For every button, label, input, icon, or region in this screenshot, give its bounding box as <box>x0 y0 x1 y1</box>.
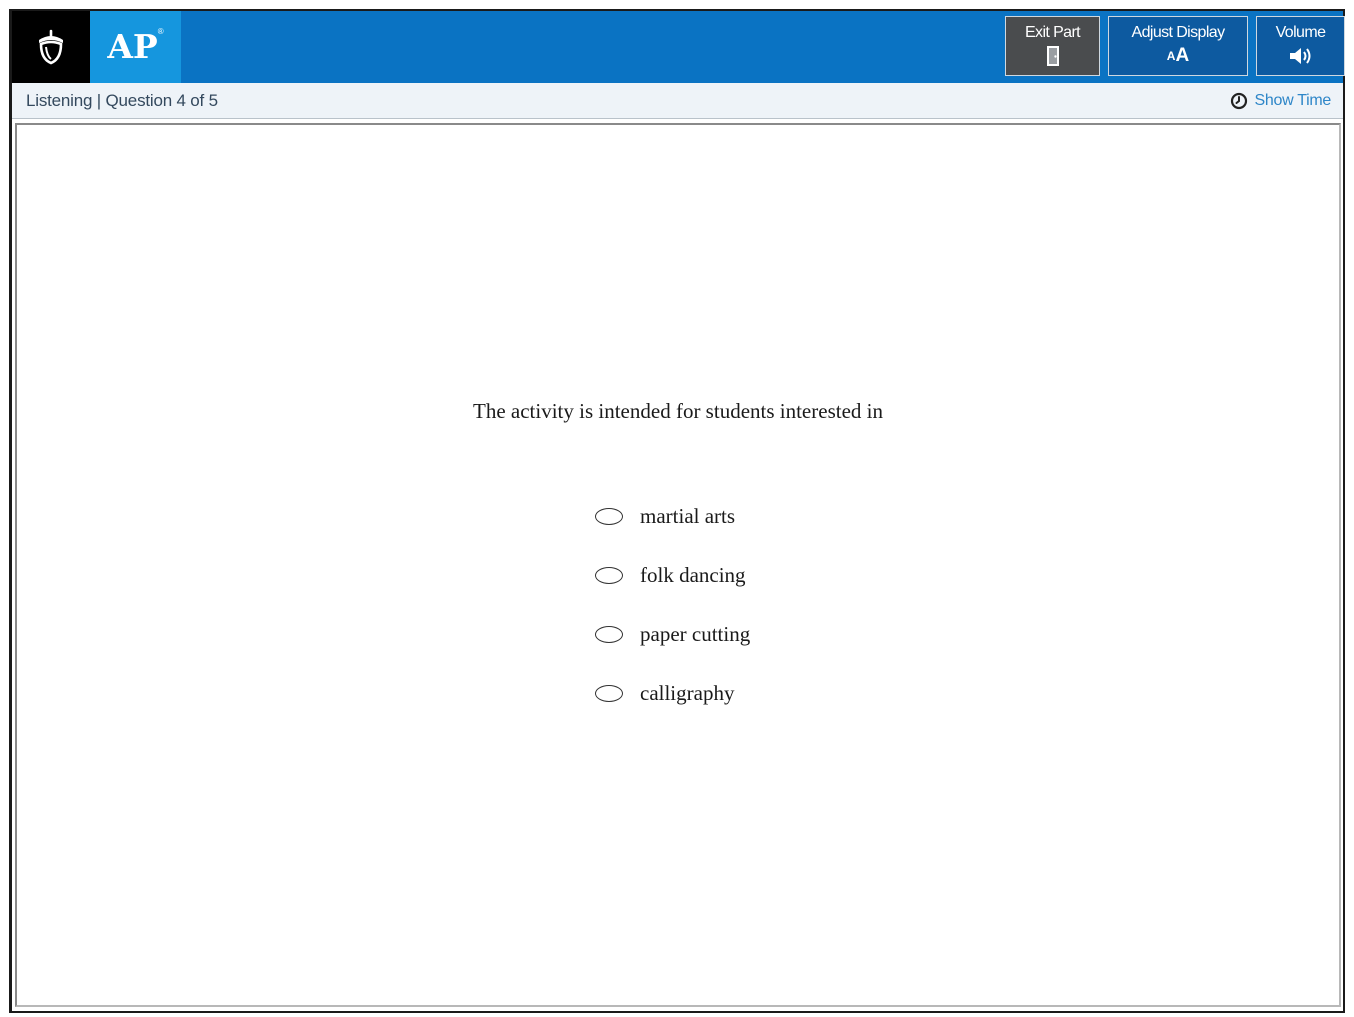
ap-logo: AP ® <box>90 11 181 83</box>
answer-option-a[interactable]: martial arts <box>595 487 750 546</box>
show-time-button[interactable]: Show Time <box>1230 92 1331 110</box>
clock-icon <box>1230 92 1247 110</box>
question-progress: Question 4 of 5 <box>105 91 219 110</box>
top-toolbar: AP ® Exit Part Adjust Display AA Volume <box>12 11 1345 83</box>
adjust-display-label: Adjust Display <box>1131 24 1226 41</box>
show-time-label: Show Time <box>1254 92 1332 109</box>
radio-button[interactable] <box>595 626 623 643</box>
exit-part-button[interactable]: Exit Part <box>1005 16 1100 76</box>
answer-option-d[interactable]: calligraphy <box>595 664 750 723</box>
section-name: Listening <box>26 91 93 110</box>
breadcrumb-separator: | <box>96 91 101 110</box>
registered-mark: ® <box>157 26 164 36</box>
answer-options: martial arts folk dancing paper cutting … <box>595 487 750 723</box>
volume-label: Volume <box>1275 24 1326 41</box>
college-board-logo <box>12 11 90 83</box>
answer-label: martial arts <box>640 504 736 528</box>
answer-label: paper cutting <box>640 622 751 646</box>
text-size-small-glyph: A <box>1166 49 1176 63</box>
radio-button[interactable] <box>595 508 623 525</box>
text-size-icon: AA <box>1167 45 1189 67</box>
status-bar: Listening | Question 4 of 5 Show Time <box>12 83 1343 119</box>
question-pane: The activity is intended for students in… <box>15 123 1341 1007</box>
acorn-icon <box>39 29 63 65</box>
volume-button[interactable]: Volume <box>1256 16 1345 76</box>
question-stem: The activity is intended for students in… <box>473 399 883 423</box>
answer-label: calligraphy <box>640 681 735 705</box>
adjust-display-button[interactable]: Adjust Display AA <box>1108 16 1248 76</box>
radio-button[interactable] <box>595 685 623 702</box>
radio-button[interactable] <box>595 567 623 584</box>
breadcrumb: Listening | Question 4 of 5 <box>26 91 218 111</box>
door-exit-icon <box>1046 45 1060 67</box>
exit-part-label: Exit Part <box>1024 24 1081 41</box>
ap-logo-text: AP <box>107 26 158 66</box>
speaker-icon <box>1288 45 1314 67</box>
answer-option-c[interactable]: paper cutting <box>595 605 750 664</box>
exam-window: AP® Exit Part Adjust Display AA Volume <box>9 9 1345 1013</box>
answer-option-b[interactable]: folk dancing <box>595 546 750 605</box>
answer-label: folk dancing <box>640 563 746 587</box>
text-size-big-glyph: A <box>1175 45 1190 66</box>
